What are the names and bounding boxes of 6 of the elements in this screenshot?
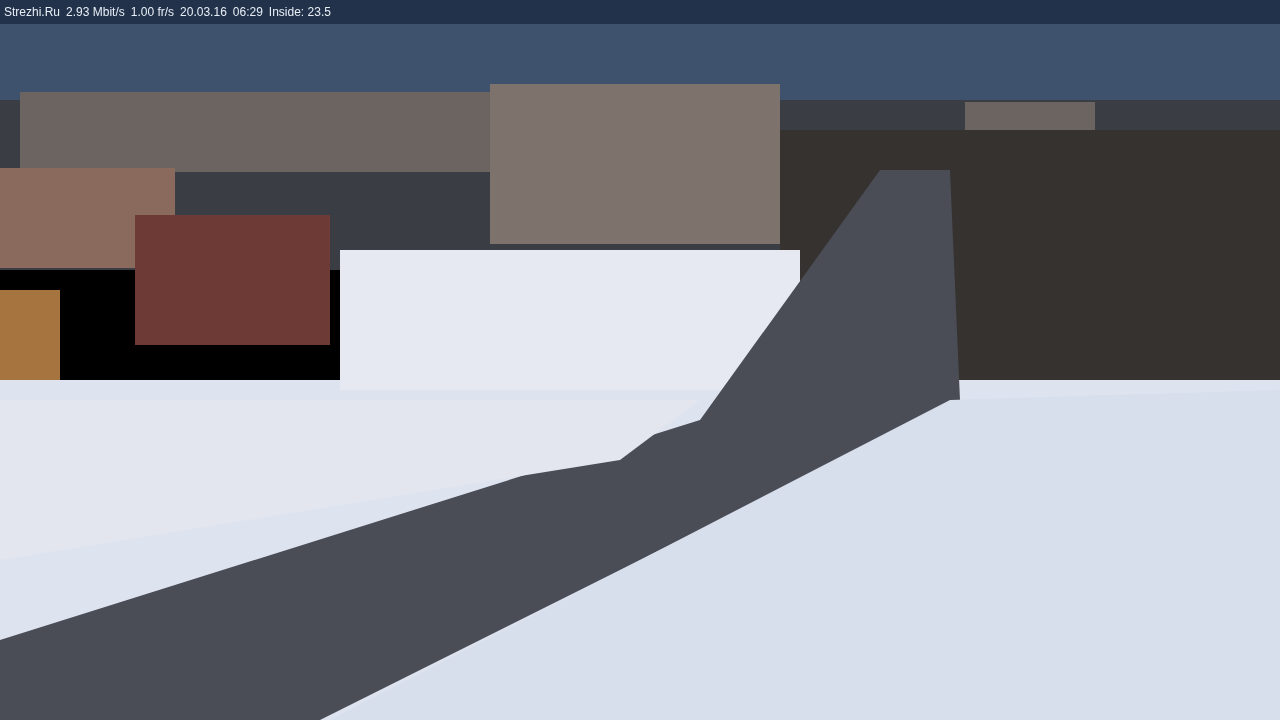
status-text: 06:29: [232, 5, 263, 19]
status-text: Strezhi.Ru: [4, 5, 61, 19]
status-text: Inside: 23.5: [268, 5, 331, 19]
status-text: 20.03.16: [180, 5, 227, 19]
status-text: 1.00 fr/s: [130, 5, 175, 19]
status-text: 2.93 Mbit/s: [66, 5, 125, 19]
